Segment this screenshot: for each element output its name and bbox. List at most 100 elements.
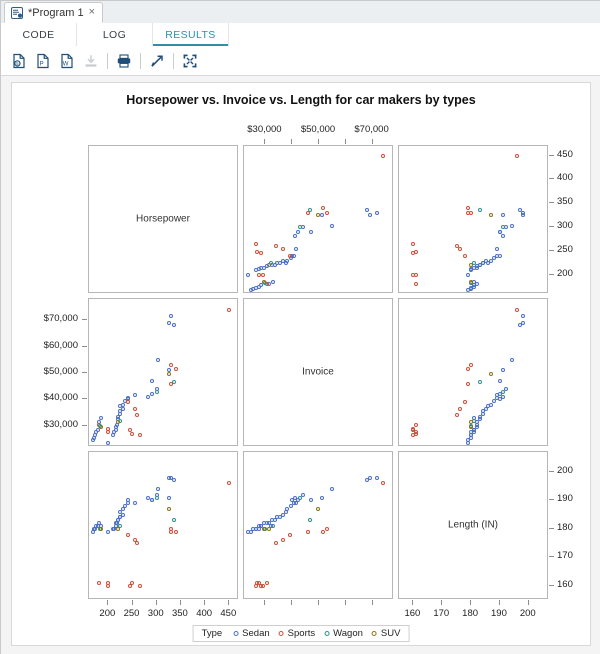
legend-marker-icon [278,631,284,636]
data-point [457,406,462,411]
legend-item-wagon[interactable]: Wagon [324,628,363,639]
data-point [146,495,151,500]
data-point [321,206,326,211]
tab-results[interactable]: RESULTS [153,23,229,46]
data-point [154,495,159,500]
right-axis-tick [549,556,554,558]
data-point [308,498,313,503]
data-point [135,413,140,418]
close-icon[interactable]: × [89,7,95,18]
chart-legend: Type Sedan Sports Wagon SUV [192,625,410,642]
legend-item-sedan[interactable]: Sedan [233,628,270,639]
data-point [106,441,111,445]
sas-studio-window: *Program 1 × CODE LOG RESULTS 5 P W Hors… [0,0,600,654]
data-point [169,381,174,386]
results-pane[interactable]: Horsepower vs. Invoice vs. Length for ca… [1,76,600,654]
legend-item-sports[interactable]: Sports [278,628,316,639]
tab-log-label: LOG [102,28,127,41]
data-point [500,368,505,373]
right-axis-tick [549,202,554,204]
data-point [132,393,137,398]
data-point [454,413,459,418]
left-axis-label: $50,000 [43,366,78,377]
data-point [90,529,95,534]
data-point [154,389,159,394]
data-point [254,583,259,588]
maximize-view-icon[interactable] [178,49,202,73]
data-point [466,367,471,372]
data-point [509,357,514,362]
left-axis-label: $70,000 [43,313,78,325]
data-point [463,400,468,405]
data-point [515,153,520,158]
data-point [260,272,265,277]
data-point [254,241,259,246]
data-point [174,529,179,534]
data-point [295,229,300,234]
bottom-axis-label: 250 [123,608,140,619]
data-point [477,380,482,385]
data-point [381,481,386,486]
bottom-axis-tick [527,600,529,605]
data-point [280,246,285,251]
data-point [146,394,151,399]
data-point [125,532,130,537]
data-point [474,419,479,424]
data-point [518,323,523,328]
variable-label-inv: Invoice [302,366,334,378]
document-tab-label: *Program 1 [28,6,84,19]
right-axis-label: 250 [557,244,573,256]
right-axis-tick [549,226,554,228]
right-axis-label: 180 [557,521,573,533]
data-point [466,381,471,386]
right-axis-label: 200 [557,267,573,279]
tab-code[interactable]: CODE [1,23,77,46]
toolbar-divider [140,52,141,69]
matrix-cell-inv-vs-hp [88,298,238,446]
data-point [515,307,520,312]
variable-label-hp: Horsepower [136,213,190,225]
data-point [166,372,171,377]
tab-results-label: RESULTS [165,28,216,41]
legend-item-label: Sports [287,628,316,639]
data-point [155,487,160,491]
data-point [489,372,494,377]
bottom-axis-label: 450 [220,608,237,619]
tab-log[interactable]: LOG [77,23,153,46]
print-icon[interactable] [112,49,136,73]
open-in-new-window-icon[interactable] [145,49,169,73]
tab-bar-filler [229,23,600,46]
legend-item-suv[interactable]: SUV [371,628,400,639]
data-point [106,430,111,435]
data-point [254,268,259,273]
data-point [287,253,292,258]
export-html-icon[interactable]: 5 [7,49,31,73]
data-point [292,233,297,238]
view-tab-bar: CODE LOG RESULTS [1,23,600,47]
data-point [466,441,471,445]
bottom-axis-tick [498,600,500,605]
export-pdf-icon[interactable]: P [31,49,55,73]
matrix-diagonal-cell-inv: Invoice [243,298,393,446]
svg-text:W: W [63,61,69,67]
data-point [319,495,324,500]
export-word-icon[interactable]: W [55,49,79,73]
bottom-axis-tick [441,600,443,605]
left-axis-label: $60,000 [43,339,78,351]
legend-marker-icon [324,631,330,636]
data-point [227,481,232,486]
left-axis-label: $40,000 [43,392,78,404]
document-tab-program-1[interactable]: *Program 1 × [4,2,104,23]
right-axis-tick [549,178,554,180]
data-point [259,251,264,256]
data-point [125,400,130,405]
data-point [469,268,474,273]
data-point [307,518,312,523]
data-point [521,314,526,319]
data-point [411,241,416,246]
data-point [166,320,171,325]
top-axis-tick [344,139,346,144]
right-axis-tick [549,527,554,529]
data-point [414,249,419,254]
data-point [521,213,526,218]
